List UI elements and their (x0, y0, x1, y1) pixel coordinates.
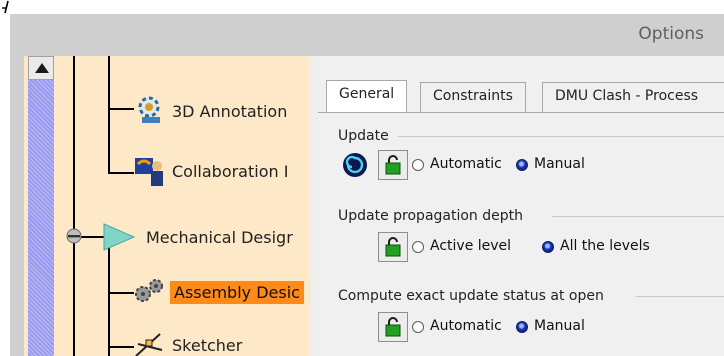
update-manual-radio[interactable] (516, 159, 528, 171)
propagation-all-levels-label: All the levels (560, 238, 650, 254)
group-rule (398, 136, 724, 137)
exact-status-automatic-radio[interactable] (412, 321, 424, 333)
lock-icon (385, 237, 401, 257)
title-bar[interactable]: Options (10, 14, 724, 56)
group-rule (552, 216, 724, 217)
3d-annotation-icon (138, 96, 160, 123)
options-tree: 3D Annotation Collaboration I Mechanical… (24, 56, 310, 356)
propagation-active-level-label: Active level (430, 238, 512, 254)
mechanical-design-icon (103, 223, 136, 251)
tree-line (108, 108, 134, 110)
exact-status-lock-button[interactable] (378, 312, 408, 342)
tree-line (73, 56, 75, 356)
lock-icon (385, 155, 401, 175)
assembly-design-icon (135, 279, 163, 302)
propagation-lock-button[interactable] (378, 232, 408, 262)
tree-item-collaboration[interactable]: Collaboration I (132, 154, 310, 190)
update-manual-label: Manual (534, 156, 585, 172)
tree-item-label: 3D Annotation (172, 102, 288, 121)
tab-divider (318, 112, 724, 113)
tab-general[interactable]: General (326, 80, 408, 113)
dialog-content: 3D Annotation Collaboration I Mechanical… (24, 56, 724, 356)
settings-panel: General Constraints DMU Clash - Process … (318, 56, 724, 356)
sketcher-icon (135, 333, 163, 356)
tree-scrollbar[interactable] (28, 56, 54, 356)
tree-item-assembly-design[interactable]: Assembly Desic (132, 274, 310, 310)
window-title: Options (638, 24, 704, 44)
update-lock-button[interactable] (378, 150, 408, 180)
scroll-up-button[interactable] (28, 56, 54, 80)
collapse-toggle-icon[interactable] (64, 226, 84, 246)
tree-item-label: Assembly Desic (170, 281, 304, 304)
lock-icon (385, 317, 401, 337)
tree-item-3d-annotation[interactable]: 3D Annotation (132, 92, 310, 128)
group-rule (636, 296, 724, 297)
corner-glyph-icon (2, 0, 9, 14)
collaboration-icon (135, 158, 163, 186)
update-group-label: Update (338, 128, 395, 144)
tab-dmu-clash-process[interactable]: DMU Clash - Process (542, 82, 724, 112)
tree-item-label: Mechanical Desigr (146, 228, 293, 247)
propagation-active-level-radio[interactable] (412, 241, 424, 253)
exact-status-manual-label: Manual (534, 318, 585, 334)
update-spiral-icon[interactable] (342, 152, 368, 178)
tree-line (108, 292, 134, 294)
tree-line (108, 346, 134, 348)
exact-status-group-label: Compute exact update status at open (338, 288, 610, 304)
propagation-all-levels-radio[interactable] (542, 241, 554, 253)
tree-item-sketcher[interactable]: Sketcher (132, 330, 310, 356)
arrow-up-icon (35, 63, 49, 73)
update-automatic-label: Automatic (430, 156, 502, 172)
tree-line (108, 56, 110, 174)
propagation-group-label: Update propagation depth (338, 208, 530, 224)
exact-status-automatic-label: Automatic (430, 318, 502, 334)
tab-constraints[interactable]: Constraints (420, 82, 526, 112)
tree-line (108, 172, 134, 174)
options-dialog: Options 3D Annotation Collaboration I Me… (10, 14, 724, 356)
tree-item-label: Sketcher (172, 336, 243, 355)
tree-item-mechanical-design[interactable]: Mechanical Desigr (102, 220, 310, 256)
update-automatic-radio[interactable] (412, 159, 424, 171)
tree-item-label: Collaboration I (172, 162, 289, 181)
exact-status-manual-radio[interactable] (516, 321, 528, 333)
